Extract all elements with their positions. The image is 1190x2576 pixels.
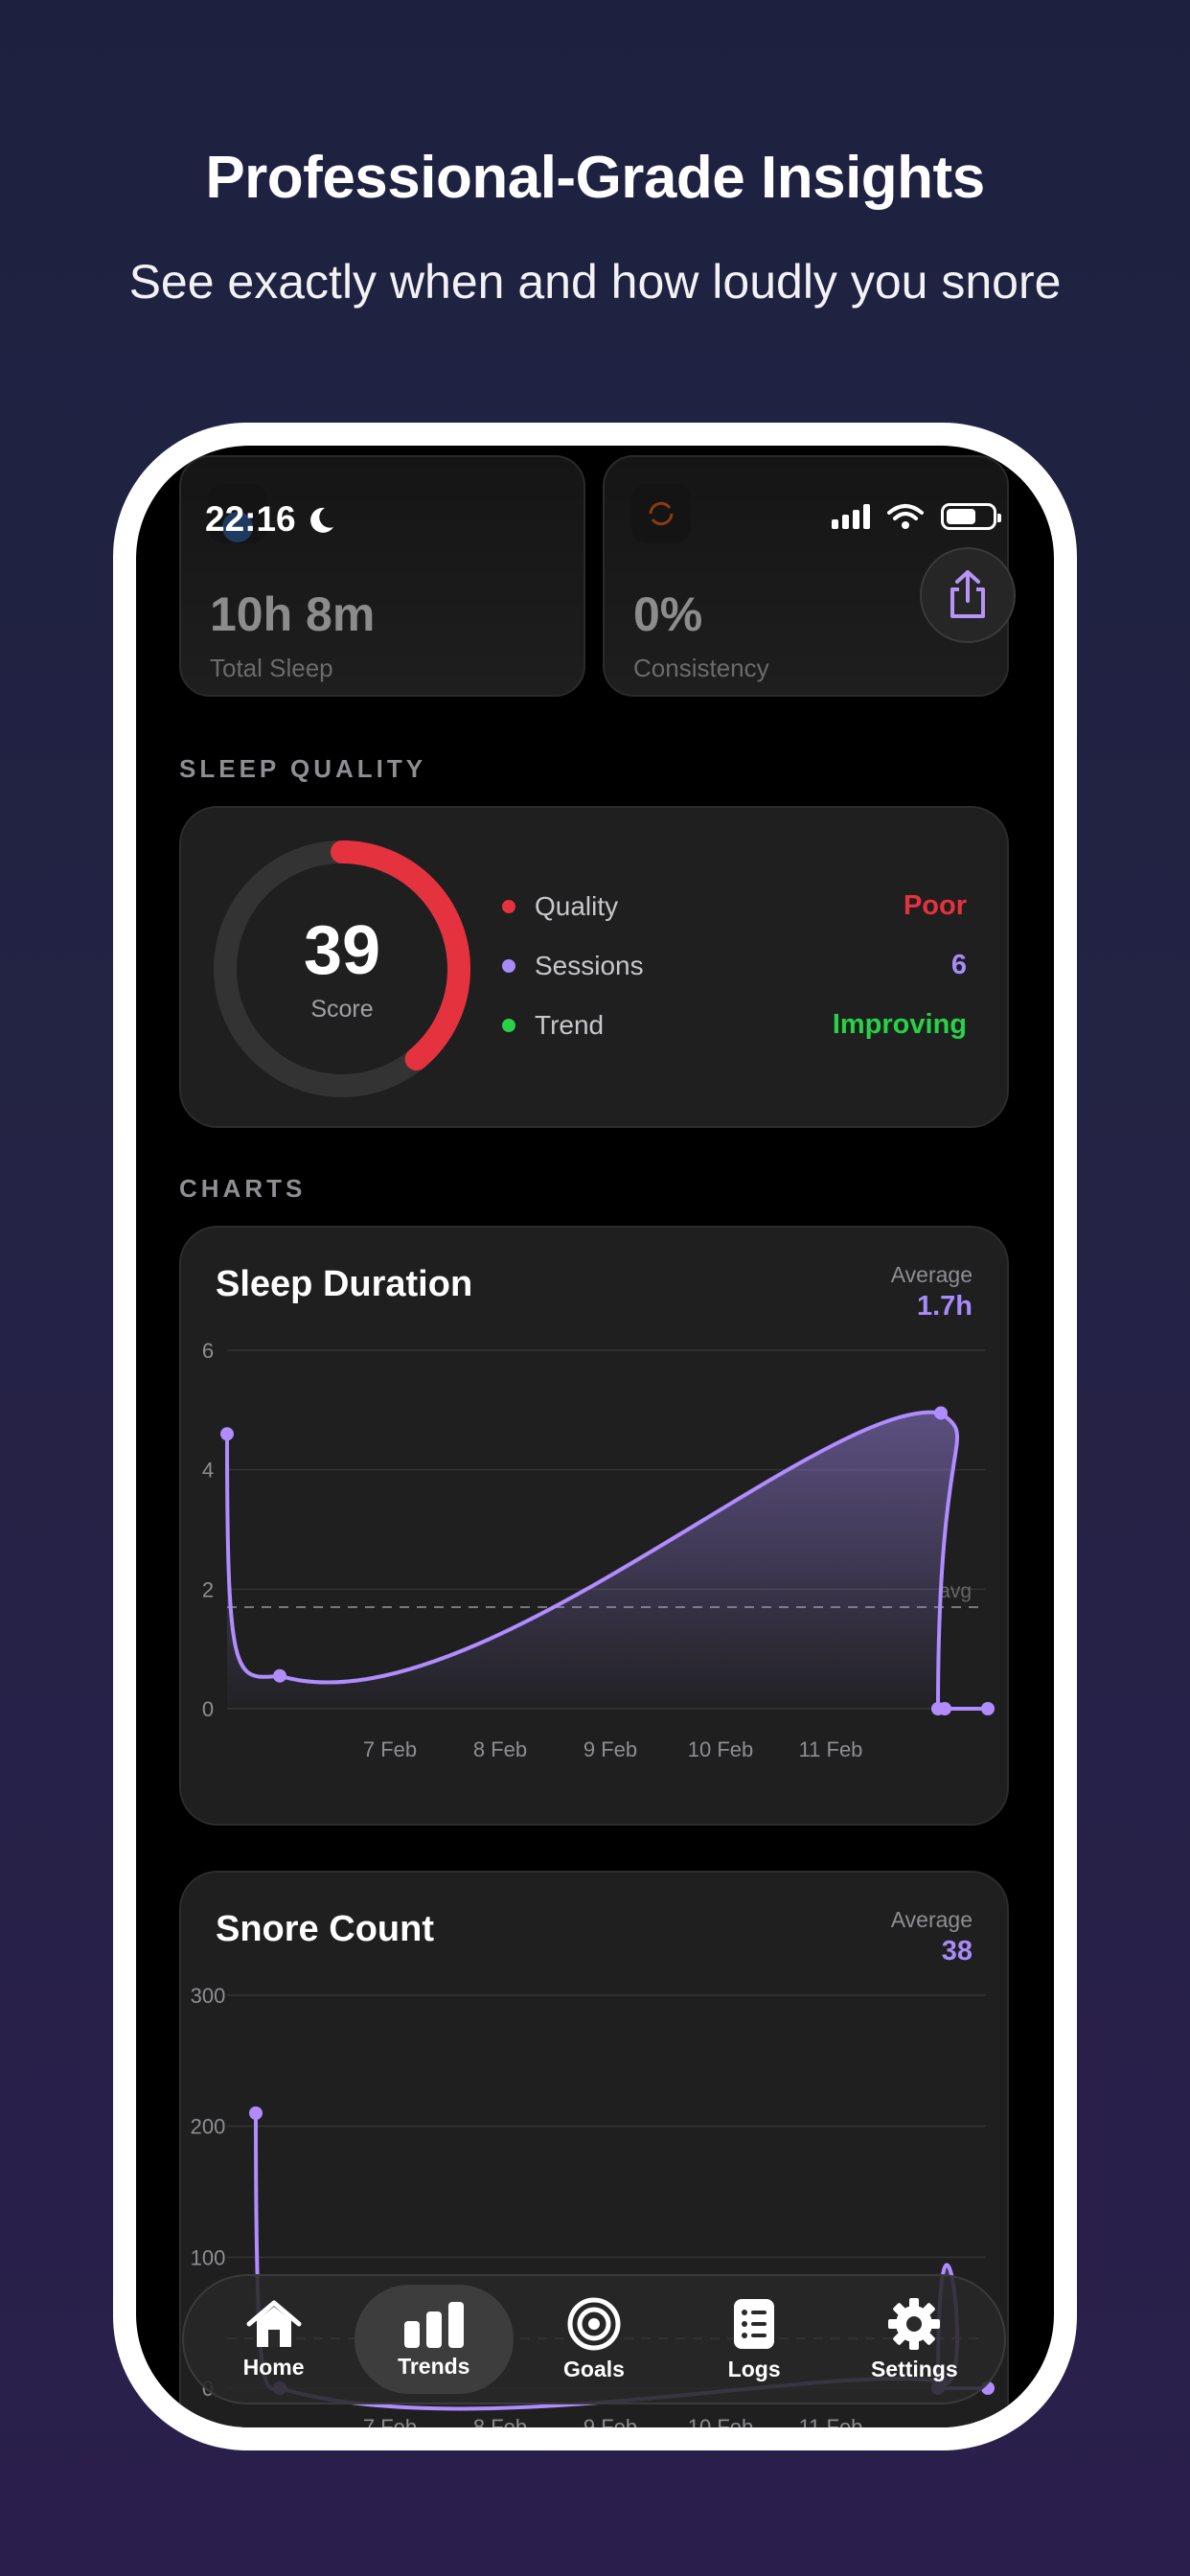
x-tick-label: 8 Feb	[473, 1737, 527, 1761]
stat-card-total-sleep[interactable]: 10h 8m Total Sleep	[179, 455, 585, 697]
data-point[interactable]	[220, 1427, 234, 1441]
x-tick-label: 7 Feb	[363, 2415, 417, 2427]
status-time-text: 22:16	[205, 499, 296, 539]
consistency-value: 0%	[633, 587, 703, 641]
tab-settings[interactable]: Settings	[835, 2285, 994, 2394]
data-point[interactable]	[934, 1406, 948, 1420]
status-time: 22:16	[205, 499, 336, 540]
quality-row-sessions: Sessions 6	[502, 950, 967, 981]
y-tick-label: 200	[191, 2115, 226, 2139]
tab-goals[interactable]: Goals	[515, 2285, 674, 2394]
y-tick-label: 0	[202, 1697, 214, 1721]
sleep-duration-card[interactable]: Sleep Duration Average 1.7h 0 2 4 6 avg 7 Feb…	[179, 1226, 1009, 1826]
y-tick-label: 4	[202, 1459, 214, 1483]
tab-bar: Home Trends Goals Logs Settings	[182, 2274, 1006, 2404]
total-sleep-value: 10h 8m	[210, 587, 376, 641]
section-label-charts: CHARTS	[179, 1174, 307, 1203]
data-point[interactable]	[981, 1702, 995, 1715]
quality-row-quality: Quality Poor	[502, 890, 967, 922]
house-icon	[246, 2300, 302, 2347]
x-tick-label: 11 Feb	[799, 2415, 863, 2427]
tab-home[interactable]: Home	[195, 2285, 354, 2394]
tab-label: Trends	[398, 2353, 470, 2379]
moon-status-icon	[309, 507, 333, 533]
sleep-quality-card[interactable]: 39 Score Quality Poor Sessions 6 Trend I…	[179, 806, 1009, 1128]
score-label: Score	[310, 996, 374, 1023]
sessions-row-name: Sessions	[535, 950, 644, 980]
tab-logs[interactable]: Logs	[675, 2285, 834, 2394]
bar-chart-icon	[403, 2301, 464, 2348]
y-tick-label: 300	[191, 1984, 226, 2008]
sleep-duration-chart: 0 2 4 6 avg 7 Feb 8 Feb 9 Feb 10 Feb 11 Feb	[202, 1339, 995, 1761]
headline: Professional-Grade Insights	[205, 145, 985, 211]
quality-dot	[502, 899, 515, 913]
trend-dot	[502, 1018, 515, 1032]
y-tick-label: 100	[191, 2245, 226, 2269]
trend-row-name: Trend	[535, 1009, 605, 1040]
average-line-label: avg	[939, 1580, 972, 1602]
battery-icon	[941, 503, 1001, 530]
consistency-label: Consistency	[633, 654, 769, 682]
score-value: 39	[303, 912, 381, 989]
x-tick-label: 7 Feb	[363, 1737, 417, 1761]
y-tick-label: 6	[202, 1339, 214, 1363]
quality-row-value: Poor	[903, 890, 967, 921]
refresh-icon	[631, 484, 691, 543]
tab-label: Goals	[563, 2356, 625, 2381]
tab-label: Logs	[727, 2356, 781, 2381]
status-icons	[832, 503, 1001, 530]
sessions-row-value: 6	[950, 950, 967, 980]
tab-label: Settings	[870, 2356, 958, 2381]
y-tick-label: 2	[202, 1577, 214, 1601]
share-icon	[950, 570, 985, 618]
quality-row-name: Quality	[535, 890, 619, 921]
phone-screen: 10h 8m Total Sleep 0% Consistency 22:16	[136, 446, 1054, 2427]
tab-trends[interactable]: Trends	[354, 2285, 514, 2394]
data-point[interactable]	[273, 1668, 286, 1683]
section-label-sleep-quality: SLEEP QUALITY	[179, 754, 427, 783]
subheadline: See exactly when and how loudly you snor…	[128, 255, 1062, 309]
series-area	[227, 1412, 988, 1709]
quality-row-trend: Trend Improving	[502, 1009, 967, 1041]
target-icon	[567, 2297, 621, 2350]
sessions-dot	[502, 958, 515, 973]
x-tick-label: 11 Feb	[799, 1737, 863, 1761]
x-tick-label: 10 Feb	[688, 1737, 754, 1761]
x-tick-label: 9 Feb	[584, 2415, 637, 2427]
total-sleep-label: Total Sleep	[210, 654, 333, 682]
x-tick-label: 9 Feb	[584, 1737, 637, 1761]
x-tick-label: 8 Feb	[473, 2415, 527, 2427]
data-point[interactable]	[249, 2106, 263, 2120]
x-tick-label: 10 Feb	[688, 2415, 754, 2427]
cellular-signal-icon	[832, 504, 870, 529]
phone-frame: 10h 8m Total Sleep 0% Consistency 22:16	[113, 423, 1077, 2450]
list-icon	[734, 2298, 775, 2349]
wifi-icon	[887, 504, 924, 529]
share-button[interactable]	[920, 547, 1016, 643]
data-point[interactable]	[938, 1702, 951, 1715]
trend-row-value: Improving	[832, 1009, 967, 1040]
gear-icon	[888, 2297, 941, 2350]
tab-label: Home	[242, 2354, 305, 2380]
